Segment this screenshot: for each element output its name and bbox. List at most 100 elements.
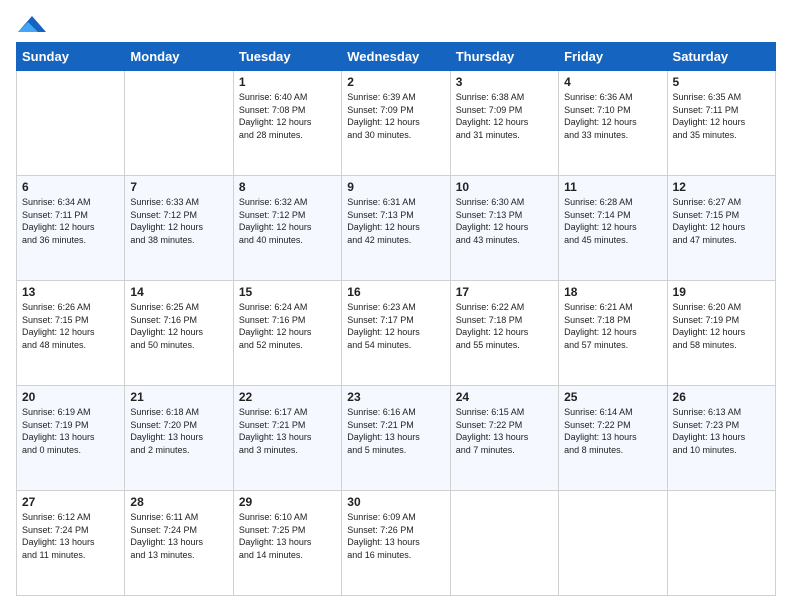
day-number: 22	[239, 390, 336, 404]
day-info: Sunrise: 6:30 AM Sunset: 7:13 PM Dayligh…	[456, 196, 553, 246]
day-number: 12	[673, 180, 770, 194]
day-info: Sunrise: 6:14 AM Sunset: 7:22 PM Dayligh…	[564, 406, 661, 456]
calendar-table: SundayMondayTuesdayWednesdayThursdayFrid…	[16, 42, 776, 596]
day-info: Sunrise: 6:34 AM Sunset: 7:11 PM Dayligh…	[22, 196, 119, 246]
day-number: 1	[239, 75, 336, 89]
calendar-cell: 7 Sunrise: 6:33 AM Sunset: 7:12 PM Daylig…	[125, 176, 233, 281]
logo	[16, 16, 48, 32]
calendar-cell	[125, 71, 233, 176]
calendar-cell: 29 Sunrise: 6:10 AM Sunset: 7:25 PM Dayli…	[233, 491, 341, 596]
day-info: Sunrise: 6:20 AM Sunset: 7:19 PM Dayligh…	[673, 301, 770, 351]
day-info: Sunrise: 6:22 AM Sunset: 7:18 PM Dayligh…	[456, 301, 553, 351]
day-info: Sunrise: 6:24 AM Sunset: 7:16 PM Dayligh…	[239, 301, 336, 351]
day-info: Sunrise: 6:13 AM Sunset: 7:23 PM Dayligh…	[673, 406, 770, 456]
weekday-header-saturday: Saturday	[667, 43, 775, 71]
day-number: 29	[239, 495, 336, 509]
calendar-cell	[559, 491, 667, 596]
day-number: 30	[347, 495, 444, 509]
weekday-header-thursday: Thursday	[450, 43, 558, 71]
calendar-cell: 4 Sunrise: 6:36 AM Sunset: 7:10 PM Daylig…	[559, 71, 667, 176]
day-number: 10	[456, 180, 553, 194]
day-info: Sunrise: 6:21 AM Sunset: 7:18 PM Dayligh…	[564, 301, 661, 351]
calendar-cell: 14Sunrise: 6:25 AM Sunset: 7:16 PM Dayli…	[125, 281, 233, 386]
day-number: 16	[347, 285, 444, 299]
header	[16, 16, 776, 32]
day-number: 13	[22, 285, 119, 299]
week-row-2: 6 Sunrise: 6:34 AM Sunset: 7:11 PM Daylig…	[17, 176, 776, 281]
calendar-cell: 10 Sunrise: 6:30 AM Sunset: 7:13 PM Dayli…	[450, 176, 558, 281]
calendar-cell: 1Sunrise: 6:40 AM Sunset: 7:08 PM Daylig…	[233, 71, 341, 176]
day-info: Sunrise: 6:09 AM Sunset: 7:26 PM Dayligh…	[347, 511, 444, 561]
weekday-header-tuesday: Tuesday	[233, 43, 341, 71]
day-number: 5	[673, 75, 770, 89]
calendar-cell: 8Sunrise: 6:32 AM Sunset: 7:12 PM Daylig…	[233, 176, 341, 281]
day-number: 11	[564, 180, 661, 194]
day-info: Sunrise: 6:25 AM Sunset: 7:16 PM Dayligh…	[130, 301, 227, 351]
calendar-cell: 23 Sunrise: 6:16 AM Sunset: 7:21 PM Dayli…	[342, 386, 450, 491]
calendar-cell	[450, 491, 558, 596]
day-info: Sunrise: 6:17 AM Sunset: 7:21 PM Dayligh…	[239, 406, 336, 456]
day-info: Sunrise: 6:36 AM Sunset: 7:10 PM Dayligh…	[564, 91, 661, 141]
day-number: 21	[130, 390, 227, 404]
day-number: 23	[347, 390, 444, 404]
calendar-cell	[667, 491, 775, 596]
week-row-3: 13 Sunrise: 6:26 AM Sunset: 7:15 PM Dayli…	[17, 281, 776, 386]
day-number: 20	[22, 390, 119, 404]
day-number: 9	[347, 180, 444, 194]
calendar-cell: 22 Sunrise: 6:17 AM Sunset: 7:21 PM Dayli…	[233, 386, 341, 491]
day-info: Sunrise: 6:31 AM Sunset: 7:13 PM Dayligh…	[347, 196, 444, 246]
day-number: 25	[564, 390, 661, 404]
calendar-cell: 13 Sunrise: 6:26 AM Sunset: 7:15 PM Dayli…	[17, 281, 125, 386]
day-number: 28	[130, 495, 227, 509]
page: SundayMondayTuesdayWednesdayThursdayFrid…	[0, 0, 792, 612]
day-info: Sunrise: 6:16 AM Sunset: 7:21 PM Dayligh…	[347, 406, 444, 456]
day-number: 19	[673, 285, 770, 299]
day-number: 2	[347, 75, 444, 89]
day-number: 26	[673, 390, 770, 404]
calendar-cell: 3 Sunrise: 6:38 AM Sunset: 7:09 PM Daylig…	[450, 71, 558, 176]
calendar-cell: 24Sunrise: 6:15 AM Sunset: 7:22 PM Dayli…	[450, 386, 558, 491]
day-number: 6	[22, 180, 119, 194]
day-info: Sunrise: 6:26 AM Sunset: 7:15 PM Dayligh…	[22, 301, 119, 351]
day-number: 7	[130, 180, 227, 194]
week-row-4: 20 Sunrise: 6:19 AM Sunset: 7:19 PM Dayli…	[17, 386, 776, 491]
day-number: 15	[239, 285, 336, 299]
day-number: 17	[456, 285, 553, 299]
calendar-cell: 20 Sunrise: 6:19 AM Sunset: 7:19 PM Dayli…	[17, 386, 125, 491]
day-number: 3	[456, 75, 553, 89]
calendar-cell: 18 Sunrise: 6:21 AM Sunset: 7:18 PM Dayli…	[559, 281, 667, 386]
calendar-cell: 2Sunrise: 6:39 AM Sunset: 7:09 PM Daylig…	[342, 71, 450, 176]
weekday-header-sunday: Sunday	[17, 43, 125, 71]
calendar-cell: 16 Sunrise: 6:23 AM Sunset: 7:17 PM Dayli…	[342, 281, 450, 386]
day-info: Sunrise: 6:19 AM Sunset: 7:19 PM Dayligh…	[22, 406, 119, 456]
calendar-cell: 19 Sunrise: 6:20 AM Sunset: 7:19 PM Dayli…	[667, 281, 775, 386]
day-info: Sunrise: 6:35 AM Sunset: 7:11 PM Dayligh…	[673, 91, 770, 141]
day-number: 24	[456, 390, 553, 404]
day-info: Sunrise: 6:27 AM Sunset: 7:15 PM Dayligh…	[673, 196, 770, 246]
weekday-header-row: SundayMondayTuesdayWednesdayThursdayFrid…	[17, 43, 776, 71]
day-info: Sunrise: 6:33 AM Sunset: 7:12 PM Dayligh…	[130, 196, 227, 246]
calendar-cell: 26 Sunrise: 6:13 AM Sunset: 7:23 PM Dayli…	[667, 386, 775, 491]
day-info: Sunrise: 6:10 AM Sunset: 7:25 PM Dayligh…	[239, 511, 336, 561]
calendar-cell: 9 Sunrise: 6:31 AM Sunset: 7:13 PM Daylig…	[342, 176, 450, 281]
calendar-cell: 6 Sunrise: 6:34 AM Sunset: 7:11 PM Daylig…	[17, 176, 125, 281]
weekday-header-monday: Monday	[125, 43, 233, 71]
day-number: 4	[564, 75, 661, 89]
day-info: Sunrise: 6:38 AM Sunset: 7:09 PM Dayligh…	[456, 91, 553, 141]
calendar-cell: 28 Sunrise: 6:11 AM Sunset: 7:24 PM Dayli…	[125, 491, 233, 596]
calendar-cell: 15 Sunrise: 6:24 AM Sunset: 7:16 PM Dayli…	[233, 281, 341, 386]
day-info: Sunrise: 6:23 AM Sunset: 7:17 PM Dayligh…	[347, 301, 444, 351]
day-info: Sunrise: 6:11 AM Sunset: 7:24 PM Dayligh…	[130, 511, 227, 561]
weekday-header-friday: Friday	[559, 43, 667, 71]
week-row-5: 27Sunrise: 6:12 AM Sunset: 7:24 PM Dayli…	[17, 491, 776, 596]
calendar-cell: 21Sunrise: 6:18 AM Sunset: 7:20 PM Dayli…	[125, 386, 233, 491]
calendar-cell	[17, 71, 125, 176]
weekday-header-wednesday: Wednesday	[342, 43, 450, 71]
day-info: Sunrise: 6:28 AM Sunset: 7:14 PM Dayligh…	[564, 196, 661, 246]
calendar-cell: 5 Sunrise: 6:35 AM Sunset: 7:11 PM Daylig…	[667, 71, 775, 176]
week-row-1: 1Sunrise: 6:40 AM Sunset: 7:08 PM Daylig…	[17, 71, 776, 176]
day-number: 18	[564, 285, 661, 299]
day-info: Sunrise: 6:32 AM Sunset: 7:12 PM Dayligh…	[239, 196, 336, 246]
logo-icon	[18, 16, 46, 32]
calendar-cell: 27Sunrise: 6:12 AM Sunset: 7:24 PM Dayli…	[17, 491, 125, 596]
